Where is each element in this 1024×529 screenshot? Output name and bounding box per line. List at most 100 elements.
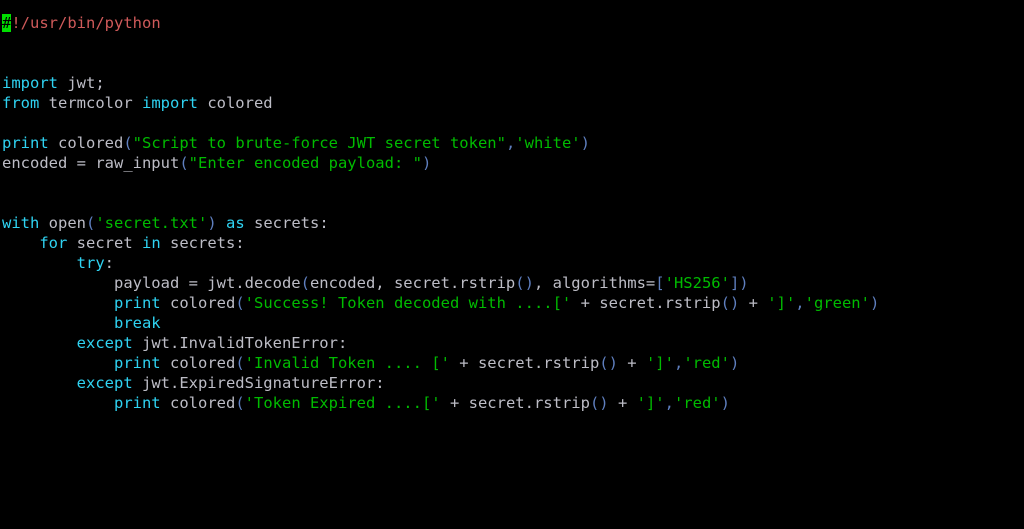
- code-token-kw: except: [76, 334, 133, 352]
- code-token-kw: for: [39, 234, 68, 252]
- code-token-punct: ): [729, 354, 740, 372]
- code-token-str: 'Invalid Token .... [': [244, 354, 450, 372]
- code-token-punct: (: [235, 354, 245, 372]
- code-token-punct: (): [720, 294, 740, 312]
- code-token-str: "Script to brute-force JWT secret token": [132, 134, 506, 152]
- code-line[interactable]: from termcolor import colored: [0, 93, 1024, 113]
- code-token-id: +: [571, 294, 600, 312]
- code-token-id: encoded = raw_input: [2, 154, 180, 172]
- code-token-id: [58, 74, 67, 92]
- code-token-id: jwt.InvalidTokenError:: [132, 334, 348, 352]
- code-line[interactable]: print colored('Success! Token decoded wi…: [0, 293, 1024, 313]
- code-line[interactable]: payload = jwt.decode(encoded, secret.rst…: [0, 273, 1024, 293]
- code-token-str: 'red': [673, 394, 721, 412]
- code-token-id: [2, 354, 114, 372]
- code-token-str: 'red': [683, 354, 730, 372]
- code-token-punct: (: [235, 394, 245, 412]
- code-line[interactable]: except jwt.ExpiredSignatureError:: [0, 373, 1024, 393]
- code-token-id: payload = jwt.decode: [2, 274, 301, 292]
- code-token-id: [2, 234, 39, 252]
- code-token-kw: print: [113, 354, 161, 372]
- code-token-id: +: [608, 394, 637, 412]
- code-token-punct: ,: [505, 134, 516, 152]
- code-token-id: [2, 294, 114, 312]
- code-token-id: secret.rstrip: [468, 394, 590, 412]
- code-token-id: jwt: [67, 74, 96, 92]
- code-token-kw: print: [113, 294, 161, 312]
- code-token-punct: (): [515, 274, 534, 292]
- code-line[interactable]: import jwt;: [0, 73, 1024, 93]
- code-line[interactable]: print colored('Invalid Token .... [' + s…: [0, 353, 1024, 373]
- code-token-id: colored: [197, 94, 273, 112]
- code-token-punct: [: [655, 274, 665, 292]
- code-token-punct: (: [123, 134, 133, 152]
- code-token-punct: (: [86, 214, 96, 232]
- code-token-id: +: [449, 354, 478, 372]
- code-line[interactable]: with open('secret.txt') as secrets:: [0, 213, 1024, 233]
- code-token-id: [2, 254, 77, 272]
- code-line[interactable]: try:: [0, 253, 1024, 273]
- code-token-id: [2, 334, 77, 352]
- code-token-kw: break: [113, 314, 161, 332]
- code-token-punct: ): [869, 294, 880, 312]
- code-token-str: 'white': [515, 134, 581, 152]
- code-token-id: , algorithms=: [533, 274, 656, 292]
- code-token-str: ']': [767, 294, 796, 312]
- code-token-kw: from: [2, 94, 40, 112]
- code-text-area[interactable]: #!/usr/bin/python import jwt; from termco…: [0, 0, 1024, 413]
- code-token-kw: print: [113, 394, 161, 412]
- code-token-id: secret: [67, 234, 142, 252]
- code-line[interactable]: for secret in secrets:: [0, 233, 1024, 253]
- code-editor-viewport[interactable]: #!/usr/bin/python import jwt; from termco…: [0, 0, 1024, 529]
- code-token-str: 'green': [804, 294, 870, 312]
- code-token-punct: ,: [673, 354, 684, 372]
- code-token-id: termcolor: [39, 94, 142, 112]
- code-token-id: [2, 314, 114, 332]
- code-token-str: 'secret.txt': [95, 214, 208, 232]
- code-token-punct: (): [589, 394, 609, 412]
- code-token-id: colored: [160, 354, 236, 372]
- code-token-id: +: [440, 394, 469, 412]
- code-token-punct: ): [580, 134, 590, 152]
- code-token-punct: ): [720, 394, 730, 412]
- code-token-punct: (): [599, 354, 618, 372]
- code-token-punct: ): [207, 214, 217, 232]
- code-token-kw: try: [76, 254, 105, 272]
- code-token-str: 'Success! Token decoded with ....[': [244, 294, 572, 312]
- code-token-kw: import: [2, 74, 58, 92]
- code-token-kw: import: [141, 94, 198, 112]
- code-token-str: 'Token Expired ....[': [244, 394, 441, 412]
- code-token-id: ;: [95, 74, 105, 92]
- code-token-punct: ,: [795, 294, 805, 312]
- text-cursor: #: [2, 14, 12, 32]
- code-token-kw: with: [2, 214, 40, 232]
- code-token-punct: (: [300, 274, 310, 292]
- code-token-id: :: [104, 254, 114, 272]
- code-token-id: colored: [48, 134, 124, 152]
- code-line[interactable]: #!/usr/bin/python: [0, 13, 1024, 33]
- code-line[interactable]: except jwt.InvalidTokenError:: [0, 333, 1024, 353]
- code-line[interactable]: encoded = raw_input("Enter encoded paylo…: [0, 153, 1024, 173]
- code-token-punct: (: [235, 294, 245, 312]
- code-token-id: colored: [160, 294, 236, 312]
- code-token-punct: (: [179, 154, 189, 172]
- code-line[interactable]: break: [0, 313, 1024, 333]
- code-token-id: secrets:: [244, 214, 329, 232]
- code-token-str: "Enter encoded payload: ": [188, 154, 422, 172]
- code-line[interactable]: print colored("Script to brute-force JWT…: [0, 133, 1024, 153]
- code-line[interactable]: print colored('Token Expired ....[' + se…: [0, 393, 1024, 413]
- code-token-kw: as: [226, 214, 245, 232]
- code-token-id: secrets:: [160, 234, 245, 252]
- code-token-id: secret.rstrip: [599, 294, 721, 312]
- code-token-id: +: [739, 294, 768, 312]
- code-token-kw: print: [2, 134, 49, 152]
- code-token-id: [2, 394, 114, 412]
- code-token-id: jwt.ExpiredSignatureError:: [132, 374, 385, 392]
- code-token-id: [217, 214, 226, 232]
- code-token-id: colored: [160, 394, 236, 412]
- code-token-kw: in: [141, 234, 161, 252]
